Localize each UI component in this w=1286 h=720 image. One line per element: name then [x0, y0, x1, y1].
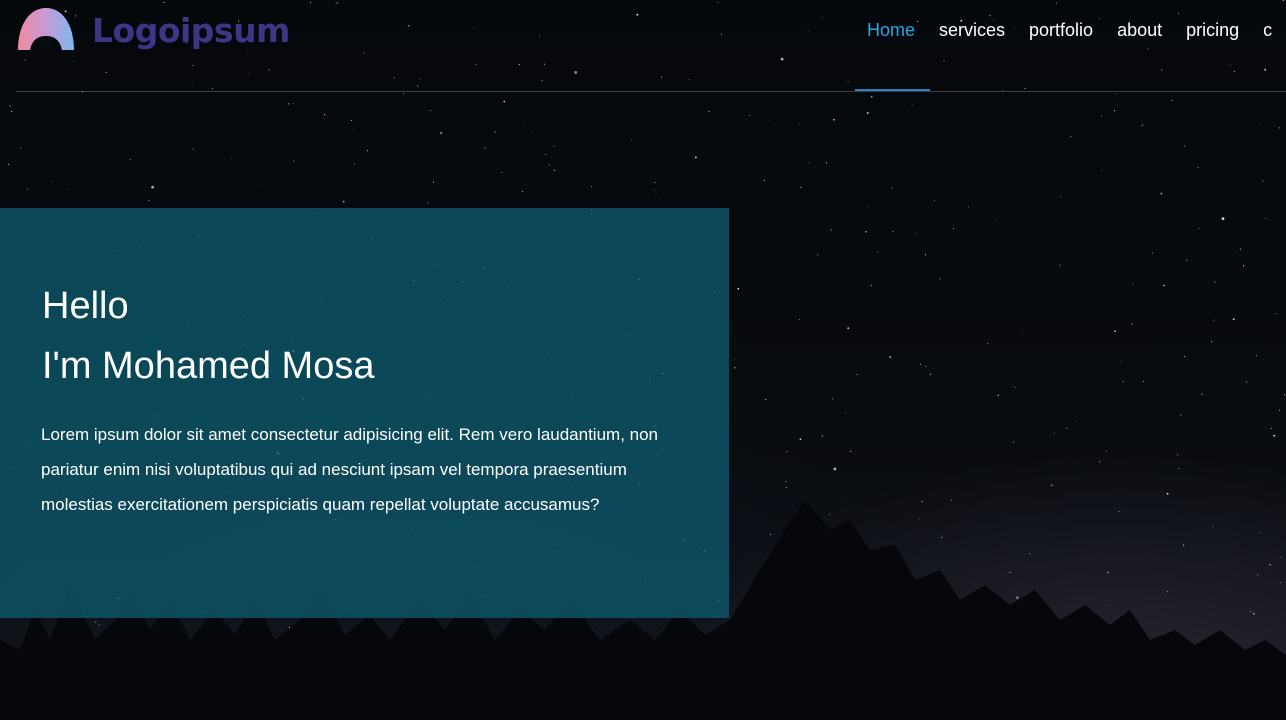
nav-item-contact[interactable]: c — [1251, 18, 1284, 43]
site-header: Logoipsum Home services portfolio about … — [0, 0, 1286, 92]
header-divider — [16, 91, 1286, 92]
hero-description: Lorem ipsum dolor sit amet consectetur a… — [41, 425, 659, 514]
main-nav: Home services portfolio about pricing c — [855, 18, 1284, 43]
hero-greeting-line1: Hello — [42, 285, 129, 327]
nav-item-portfolio[interactable]: portfolio — [1017, 18, 1105, 43]
hero-heading: Hello I'm Mohamed Mosa — [42, 276, 374, 396]
nav-item-pricing[interactable]: pricing — [1174, 18, 1251, 43]
nav-item-services[interactable]: services — [927, 18, 1017, 43]
logo-mark-icon — [18, 8, 74, 50]
nav-item-about[interactable]: about — [1105, 18, 1174, 43]
page: Logoipsum Home services portfolio about … — [0, 0, 1286, 720]
nav-item-home[interactable]: Home — [855, 18, 927, 43]
hero-greeting-line2: I'm Mohamed Mosa — [42, 345, 375, 387]
logo[interactable]: Logoipsum — [16, 4, 290, 56]
hero-panel — [0, 208, 729, 618]
logo-text: Logoipsum — [92, 10, 290, 50]
